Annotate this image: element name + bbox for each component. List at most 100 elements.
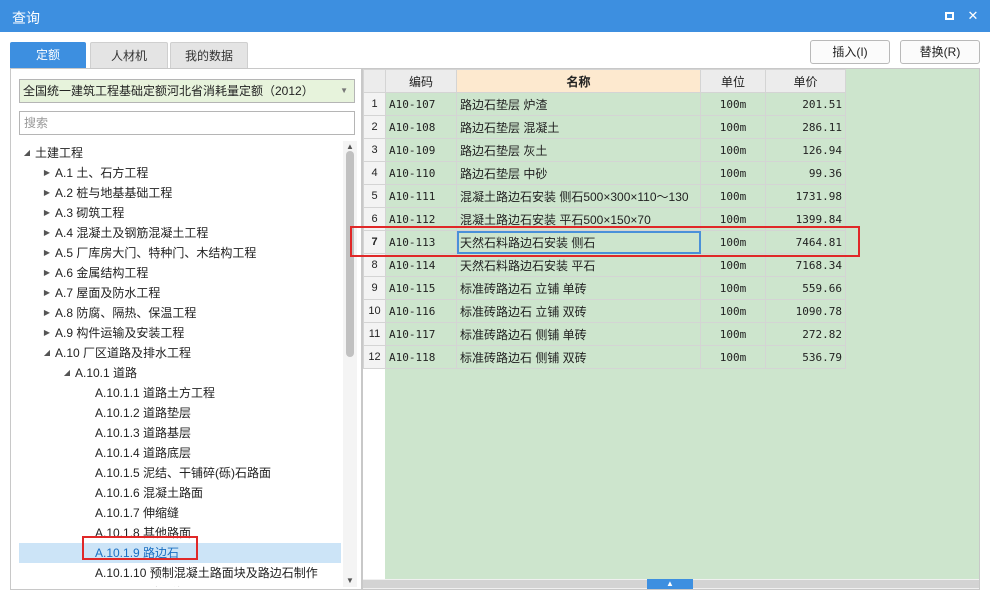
column-header-price[interactable]: 单价 bbox=[765, 69, 846, 93]
name-cell[interactable]: 标准砖路边石 侧铺 双砖 bbox=[456, 345, 701, 369]
tree-node[interactable]: ▶ A.7 屋面及防水工程 bbox=[19, 283, 341, 303]
tree-node[interactable]: ▶ A.6 金属结构工程 bbox=[19, 263, 341, 283]
unit-cell[interactable]: 100m bbox=[700, 253, 766, 277]
search-input[interactable] bbox=[19, 111, 355, 135]
name-cell[interactable]: 路边石垫层 混凝土 bbox=[456, 115, 701, 139]
tree-node[interactable]: ▶ A.3 砌筑工程 bbox=[19, 203, 341, 223]
name-cell[interactable]: 混凝土路边石安装 平石500×150×70 bbox=[456, 207, 701, 231]
scroll-up-icon[interactable]: ▲ bbox=[647, 579, 693, 589]
row-number-cell[interactable]: 4 bbox=[363, 161, 386, 185]
row-number-cell[interactable]: 10 bbox=[363, 299, 386, 323]
replace-button[interactable]: 替换(R) bbox=[900, 40, 980, 64]
tree-node[interactable]: A.10.1.1 道路土方工程 bbox=[19, 383, 341, 403]
code-cell[interactable]: A10-114 bbox=[385, 253, 457, 277]
unit-cell[interactable]: 100m bbox=[700, 299, 766, 323]
close-icon[interactable]: ✕ bbox=[964, 7, 982, 25]
unit-cell[interactable]: 100m bbox=[700, 161, 766, 185]
tree-node[interactable]: A.10.1.10 预制混凝土路面块及路边石制作 bbox=[19, 563, 341, 583]
row-number-cell[interactable]: 7 bbox=[363, 230, 386, 254]
collapse-arrow-icon[interactable]: ▶ bbox=[41, 243, 53, 263]
table-row[interactable]: 8 A10-114 天然石料路边石安装 平石 100m 7168.34 bbox=[363, 253, 846, 277]
table-row[interactable]: 7 A10-113 天然石料路边石安装 侧石 100m 7464.81 bbox=[363, 230, 846, 254]
collapse-arrow-icon[interactable]: ▶ bbox=[41, 203, 53, 223]
price-cell[interactable]: 201.51 bbox=[765, 92, 846, 116]
collapse-arrow-icon[interactable]: ▶ bbox=[41, 263, 53, 283]
code-cell[interactable]: A10-109 bbox=[385, 138, 457, 162]
unit-cell[interactable]: 100m bbox=[700, 345, 766, 369]
code-cell[interactable]: A10-117 bbox=[385, 322, 457, 346]
price-cell[interactable]: 1399.84 bbox=[765, 207, 846, 231]
price-cell[interactable]: 286.11 bbox=[765, 115, 846, 139]
tree-node[interactable]: A.10.1.7 伸缩缝 bbox=[19, 503, 341, 523]
tree-node[interactable]: A.10.1.6 混凝土路面 bbox=[19, 483, 341, 503]
tree-node[interactable]: ▶ A.1 土、石方工程 bbox=[19, 163, 341, 183]
tree-node[interactable]: A.10.1.3 道路基层 bbox=[19, 423, 341, 443]
name-cell[interactable]: 路边石垫层 灰土 bbox=[456, 138, 701, 162]
name-cell[interactable]: 混凝土路边石安装 侧石500×300×110～130 bbox=[456, 184, 701, 208]
table-row[interactable]: 6 A10-112 混凝土路边石安装 平石500×150×70 100m 1399.84 bbox=[363, 207, 846, 231]
tree-node[interactable]: ◢ A.10.1 道路 bbox=[19, 363, 341, 383]
code-cell[interactable]: A10-118 bbox=[385, 345, 457, 369]
unit-cell[interactable]: 100m bbox=[700, 276, 766, 300]
name-cell[interactable]: 标准砖路边石 立铺 单砖 bbox=[456, 276, 701, 300]
name-cell[interactable]: 天然石料路边石安装 侧石 bbox=[456, 230, 701, 254]
code-cell[interactable]: A10-108 bbox=[385, 115, 457, 139]
insert-button[interactable]: 插入(I) bbox=[810, 40, 890, 64]
column-header-code[interactable]: 编码 bbox=[385, 69, 457, 93]
unit-cell[interactable]: 100m bbox=[700, 92, 766, 116]
name-cell[interactable]: 路边石垫层 中砂 bbox=[456, 161, 701, 185]
column-header-unit[interactable]: 单位 bbox=[700, 69, 766, 93]
unit-cell[interactable]: 100m bbox=[700, 207, 766, 231]
unit-cell[interactable]: 100m bbox=[700, 115, 766, 139]
tree-node[interactable]: A.10.1.11 路边沟 bbox=[19, 583, 341, 587]
code-cell[interactable]: A10-111 bbox=[385, 184, 457, 208]
code-cell[interactable]: A10-107 bbox=[385, 92, 457, 116]
grid-horizontal-scrollbar[interactable]: ▲ bbox=[363, 579, 979, 589]
tree-node[interactable]: ▶ A.4 混凝土及钢筋混凝土工程 bbox=[19, 223, 341, 243]
tree-node[interactable]: ▶ A.9 构件运输及安装工程 bbox=[19, 323, 341, 343]
name-cell[interactable]: 天然石料路边石安装 平石 bbox=[456, 253, 701, 277]
quota-library-select[interactable]: 全国统一建筑工程基础定额河北省消耗量定额（2012） ▼ bbox=[19, 79, 355, 103]
name-cell[interactable]: 路边石垫层 炉渣 bbox=[456, 92, 701, 116]
unit-cell[interactable]: 100m bbox=[700, 184, 766, 208]
tree-node[interactable]: A.10.1.2 道路垫层 bbox=[19, 403, 341, 423]
row-number-cell[interactable]: 1 bbox=[363, 92, 386, 116]
price-cell[interactable]: 1731.98 bbox=[765, 184, 846, 208]
table-row[interactable]: 5 A10-111 混凝土路边石安装 侧石500×300×110～130 100m 17… bbox=[363, 184, 846, 208]
tree-node[interactable]: ◢ 土建工程 bbox=[19, 143, 341, 163]
name-cell[interactable]: 标准砖路边石 侧铺 单砖 bbox=[456, 322, 701, 346]
unit-cell[interactable]: 100m bbox=[700, 230, 766, 254]
table-row[interactable]: 2 A10-108 路边石垫层 混凝土 100m 286.11 bbox=[363, 115, 846, 139]
tree-node[interactable]: A.10.1.5 泥结、干铺碎(砾)石路面 bbox=[19, 463, 341, 483]
tree-node[interactable]: A.10.1.8 其他路面 bbox=[19, 523, 341, 543]
price-cell[interactable]: 7464.81 bbox=[765, 230, 846, 254]
tree-node[interactable]: A.10.1.9 路边石 bbox=[19, 543, 341, 563]
collapse-arrow-icon[interactable]: ▶ bbox=[41, 323, 53, 343]
price-cell[interactable]: 536.79 bbox=[765, 345, 846, 369]
price-cell[interactable]: 99.36 bbox=[765, 161, 846, 185]
row-number-cell[interactable]: 2 bbox=[363, 115, 386, 139]
table-row[interactable]: 10 A10-116 标准砖路边石 立铺 双砖 100m 1090.78 bbox=[363, 299, 846, 323]
collapse-arrow-icon[interactable]: ▶ bbox=[41, 163, 53, 183]
row-number-cell[interactable]: 5 bbox=[363, 184, 386, 208]
table-row[interactable]: 1 A10-107 路边石垫层 炉渣 100m 201.51 bbox=[363, 92, 846, 116]
column-header-name[interactable]: 名称 bbox=[456, 69, 701, 93]
table-row[interactable]: 3 A10-109 路边石垫层 灰土 100m 126.94 bbox=[363, 138, 846, 162]
table-row[interactable]: 11 A10-117 标准砖路边石 侧铺 单砖 100m 272.82 bbox=[363, 322, 846, 346]
collapse-arrow-icon[interactable]: ▶ bbox=[41, 223, 53, 243]
maximize-icon[interactable] bbox=[940, 7, 958, 25]
scroll-down-icon[interactable]: ▼ bbox=[343, 575, 357, 587]
code-cell[interactable]: A10-115 bbox=[385, 276, 457, 300]
unit-cell[interactable]: 100m bbox=[700, 138, 766, 162]
row-number-cell[interactable]: 8 bbox=[363, 253, 386, 277]
row-number-cell[interactable]: 3 bbox=[363, 138, 386, 162]
collapse-arrow-icon[interactable]: ▶ bbox=[41, 283, 53, 303]
tree-node[interactable]: A.10.1.4 道路底层 bbox=[19, 443, 341, 463]
collapse-arrow-icon[interactable]: ▶ bbox=[41, 183, 53, 203]
tree-scrollbar[interactable]: ▲ ▼ bbox=[343, 141, 357, 587]
table-row[interactable]: 9 A10-115 标准砖路边石 立铺 单砖 100m 559.66 bbox=[363, 276, 846, 300]
price-cell[interactable]: 1090.78 bbox=[765, 299, 846, 323]
unit-cell[interactable]: 100m bbox=[700, 322, 766, 346]
code-cell[interactable]: A10-112 bbox=[385, 207, 457, 231]
price-cell[interactable]: 559.66 bbox=[765, 276, 846, 300]
